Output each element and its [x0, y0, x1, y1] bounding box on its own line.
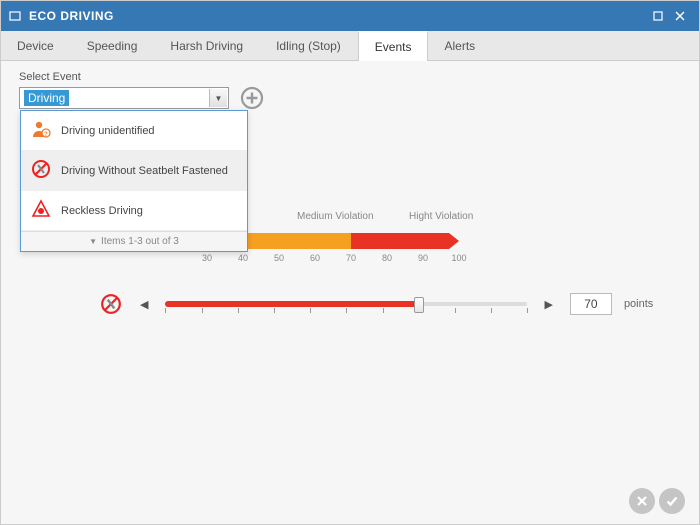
footer-buttons [629, 488, 685, 514]
confirm-button[interactable] [659, 488, 685, 514]
titlebar: ECO DRIVING [1, 1, 699, 31]
slider-increase-button[interactable]: ▶ [539, 298, 557, 311]
select-event-value: Driving [24, 90, 69, 106]
reckless-icon [31, 199, 51, 222]
tab-alerts[interactable]: Alerts [428, 31, 492, 60]
tab-device[interactable]: Device [1, 31, 71, 60]
add-event-button[interactable] [239, 85, 265, 111]
high-violation-label: Hight Violation [409, 211, 473, 222]
dropdown-option-seatbelt[interactable]: Driving Without Seatbelt Fastened [21, 151, 247, 191]
tab-harsh-driving[interactable]: Harsh Driving [154, 31, 260, 60]
dropdown-option-reckless[interactable]: Reckless Driving [21, 191, 247, 231]
maximize-button[interactable] [647, 5, 669, 27]
no-seatbelt-icon [31, 159, 51, 182]
window-title: ECO DRIVING [29, 9, 114, 23]
points-unit-label: points [624, 298, 653, 310]
tabs: Device Speeding Harsh Driving Idling (St… [1, 31, 699, 61]
window-icon [9, 10, 21, 22]
chevron-down-icon: ▼ [209, 89, 227, 107]
gauge-red-segment [351, 233, 459, 249]
slider-thumb[interactable] [414, 297, 424, 313]
close-button[interactable] [669, 5, 691, 27]
select-event-label: Select Event [19, 71, 681, 83]
tab-events[interactable]: Events [358, 31, 429, 61]
slider-decrease-button[interactable]: ◀ [135, 298, 153, 311]
svg-text:?: ? [44, 132, 48, 138]
content-area: Select Event Driving ▼ ? [1, 61, 699, 524]
cancel-button[interactable] [629, 488, 655, 514]
dropdown-option-unidentified[interactable]: ? Driving unidentified [21, 111, 247, 151]
dropdown-option-label: Reckless Driving [61, 205, 143, 217]
points-value-input[interactable]: 70 [570, 293, 612, 315]
tab-idling[interactable]: Idling (Stop) [260, 31, 358, 60]
points-slider[interactable] [165, 294, 527, 314]
select-event-dropdown[interactable]: Driving ▼ ? Driving unidentified [19, 87, 229, 109]
eco-driving-window: ECO DRIVING Device Speeding Harsh Drivin… [0, 0, 700, 525]
no-seatbelt-icon [99, 293, 123, 315]
event-dropdown-list: ? Driving unidentified [20, 110, 248, 252]
gauge-ticks: 30 40 50 60 70 80 90 100 [99, 253, 459, 267]
dropdown-option-label: Driving Without Seatbelt Fastened [61, 165, 228, 177]
dropdown-option-label: Driving unidentified [61, 125, 155, 137]
tab-speeding[interactable]: Speeding [71, 31, 155, 60]
medium-violation-label: Medium Violation [297, 211, 374, 222]
dropdown-footer: ▼Items 1-3 out of 3 [21, 231, 247, 251]
person-question-icon: ? [31, 119, 51, 142]
